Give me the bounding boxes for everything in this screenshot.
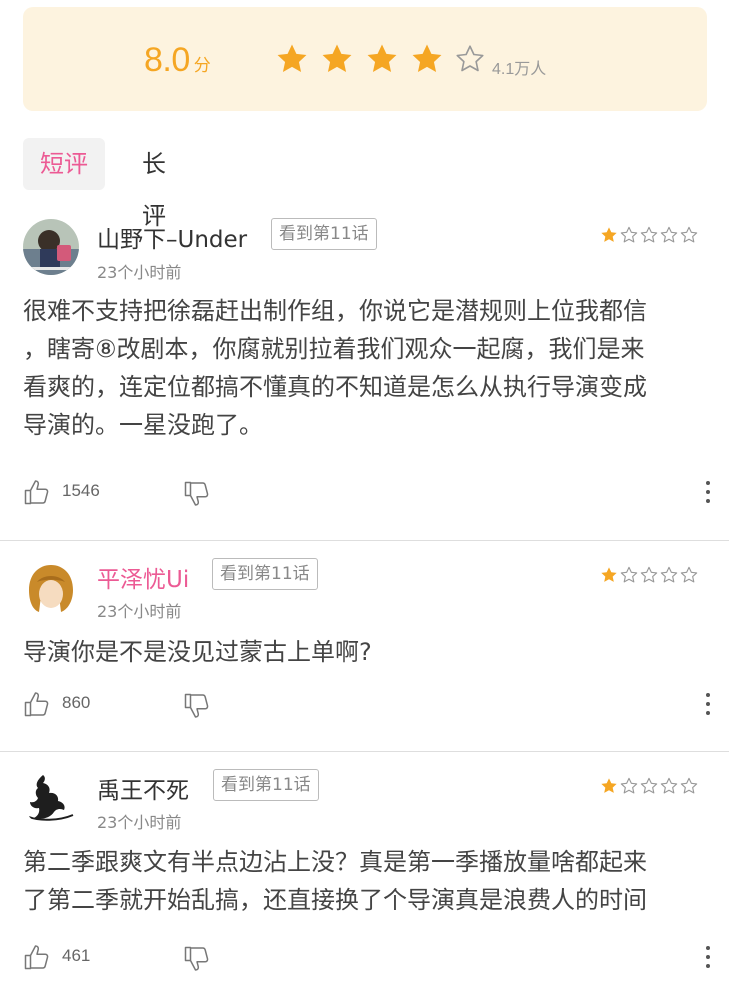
star-outline-icon [620,777,638,794]
avatar[interactable] [23,219,79,275]
star-icon [322,44,352,73]
star-outline-icon [456,45,484,72]
star-outline-icon [660,566,678,583]
username[interactable]: 平泽忧Ui [97,560,189,594]
star-outline-icon [660,777,678,794]
thumbs-down-icon[interactable] [183,945,211,973]
rating-count: 4.1万人 [492,61,547,78]
comment-actions: 1546 [23,478,713,508]
progress-badge: 看到第11话 [212,558,318,590]
comment-text-line: ，瞎寄⑧改剧本，你腐就别拉着我们观众一起腐，我们是来 [23,335,645,363]
like-count: 860 [62,693,91,712]
star-icon [277,44,307,73]
tab-short-review[interactable]: 短评 [23,138,105,190]
star-outline-icon [640,226,658,243]
comment-text-line: 第二季跟爽文有半点边沾上没？真是第一季播放量啥都起来 [23,848,647,876]
avatar[interactable] [23,560,79,616]
rating-stars [275,42,496,76]
thumbs-up-icon[interactable] [23,690,51,718]
star-icon [367,44,397,73]
more-vertical-icon[interactable] [703,690,713,718]
like-count: 1546 [62,481,100,500]
star-outline-icon [660,226,678,243]
comment-rating-stars [600,226,700,244]
star-outline-icon [680,226,698,243]
divider [0,540,729,541]
more-vertical-icon[interactable] [703,478,713,506]
thumbs-down-icon[interactable] [183,692,211,720]
thumbs-up-icon[interactable] [23,478,51,506]
star-outline-icon [620,566,638,583]
rating-score-unit: 分 [193,56,211,76]
star-outline-icon [680,566,698,583]
comment-text-line: 了第二季就开始乱搞，还直接换了个导演真是浪费人的时间 [23,886,647,914]
star-icon [412,44,442,73]
star-outline-icon [680,777,698,794]
star-outline-icon [640,566,658,583]
comment-text: 很难不支持把徐磊赶出制作组，你说它是潜规则上位我都信 ，瞎寄⑧改剧本，你腐就别拉… [23,292,709,444]
username[interactable]: 禹王不死 [97,771,189,805]
username[interactable]: 山野下–Under [97,220,247,254]
progress-badge: 看到第11话 [271,218,377,250]
progress-badge: 看到第11话 [213,769,319,801]
comment-text-line: 看爽的，连定位都搞不懂真的不知道是怎么从执行导演变成 [23,373,647,401]
avatar[interactable] [23,771,79,827]
star-icon [601,227,617,242]
thumbs-up-icon[interactable] [23,943,51,971]
comment-time: 23个小时前 [97,813,182,832]
tab-long-review[interactable]: 长评 [142,138,166,230]
comment-rating-stars [600,566,700,584]
comment-rating-stars [600,777,700,795]
more-vertical-icon[interactable] [703,943,713,971]
comment-text-line: 很难不支持把徐磊赶出制作组，你说它是潜规则上位我都信 [23,297,647,325]
comment-time: 23个小时前 [97,602,182,621]
comment-text-line: 导演的。一星没跑了。 [23,411,263,439]
star-outline-icon [620,226,638,243]
comment-actions: 461 [23,943,713,973]
star-icon [601,778,617,793]
star-outline-icon [640,777,658,794]
rating-score-value: 8.0 [144,41,190,79]
thumbs-down-icon[interactable] [183,480,211,508]
comment-text: 导演你是不是没见过蒙古上单啊? [23,633,709,671]
star-icon [601,567,617,582]
comment-text: 第二季跟爽文有半点边沾上没？真是第一季播放量啥都起来 了第二季就开始乱搞，还直接… [23,843,709,919]
comment-time: 23个小时前 [97,263,182,282]
rating-summary-card: 8.0 分 4.1万人 [23,7,707,111]
comment-text-line: 导演你是不是没见过蒙古上单啊? [23,638,372,666]
divider [0,751,729,752]
rating-score: 8.0 分 [144,41,211,80]
comment-actions: 860 [23,690,713,720]
like-count: 461 [62,946,91,965]
